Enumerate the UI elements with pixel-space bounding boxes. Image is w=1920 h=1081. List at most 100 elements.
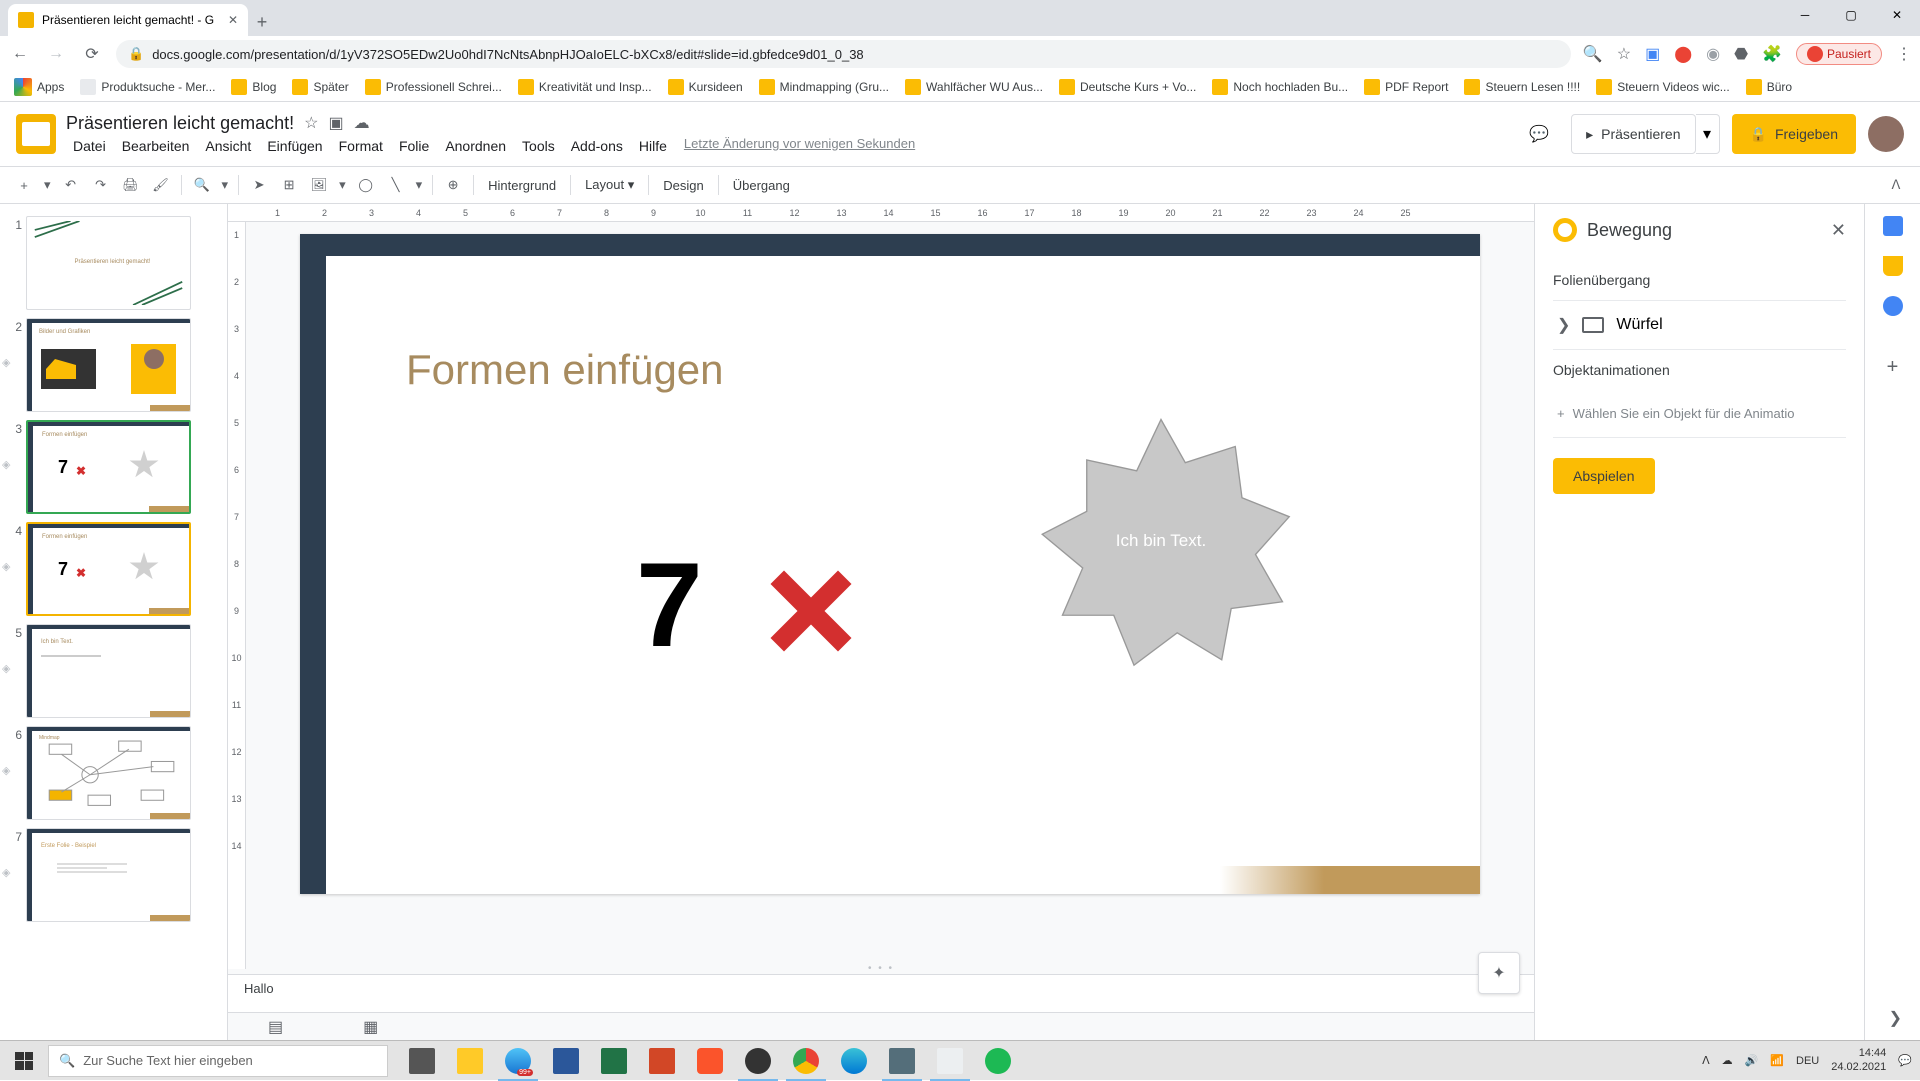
bookmark-item[interactable]: Steuern Videos wic... [1590,76,1736,98]
bookmark-item[interactable]: Produktsuche - Mer... [74,76,221,98]
menu-datei[interactable]: Datei [66,136,113,156]
transition-row[interactable]: ❯ Würfel [1553,301,1846,350]
address-bar[interactable]: 🔒 docs.google.com/presentation/d/1yV372S… [116,40,1571,68]
image-dropdown[interactable]: ▾ [335,171,350,199]
calendar-addon-icon[interactable] [1883,216,1903,236]
bookmark-item[interactable]: Deutsche Kurs + Vo... [1053,76,1202,98]
tray-onedrive-icon[interactable]: ☁ [1722,1054,1733,1067]
account-avatar[interactable] [1868,116,1904,152]
tasks-addon-icon[interactable] [1883,296,1903,316]
task-view-icon[interactable] [398,1041,446,1081]
slide-thumbnail-6[interactable]: Mindmap [26,726,191,820]
share-button[interactable]: 🔒 Freigeben [1732,114,1856,154]
profile-status-pill[interactable]: Pausiert [1796,43,1882,65]
obs-icon[interactable] [734,1041,782,1081]
tray-clock[interactable]: 14:44 24.02.2021 [1831,1047,1886,1073]
new-slide-button[interactable]: + [10,171,38,199]
collapse-toolbar-icon[interactable]: ᐱ [1882,171,1910,199]
bookmark-item[interactable]: Kreativität und Insp... [512,76,658,98]
apps-bookmark[interactable]: Apps [8,75,70,99]
menu-hilfe[interactable]: Hilfe [632,136,674,156]
excel-icon[interactable] [590,1041,638,1081]
explore-button[interactable]: ✦ [1478,952,1520,994]
slides-logo[interactable] [16,114,56,154]
document-title[interactable]: Präsentieren leicht gemacht! [66,113,294,134]
menu-bearbeiten[interactable]: Bearbeiten [115,136,197,156]
design-button[interactable]: Design [655,178,711,193]
bookmark-item[interactable]: Kursideen [662,76,749,98]
image-tool[interactable]: 🖼 [305,171,333,199]
bookmark-star-icon[interactable]: ☆ [1617,44,1631,64]
extension-icon[interactable]: ▣ [1645,44,1660,64]
menu-format[interactable]: Format [332,136,390,156]
comments-icon[interactable]: 💬 [1519,114,1559,154]
menu-anordnen[interactable]: Anordnen [438,136,513,156]
new-slide-dropdown[interactable]: ▾ [40,171,55,199]
bookmark-item[interactable]: Noch hochladen Bu... [1206,76,1354,98]
move-icon[interactable]: ▣ [328,113,343,133]
background-button[interactable]: Hintergrund [480,178,564,193]
add-addon-button[interactable]: + [1887,356,1899,379]
extension-icon-4[interactable]: ⬣ [1734,44,1748,64]
transition-button[interactable]: Übergang [725,178,798,193]
present-dropdown[interactable]: ▾ [1696,114,1720,154]
browser-tab[interactable]: Präsentieren leicht gemacht! - G ✕ [8,4,248,36]
paint-format-button[interactable]: 🖌 [147,171,175,199]
bookmark-item[interactable]: Wahlfächer WU Aus... [899,76,1049,98]
chrome-icon[interactable] [782,1041,830,1081]
cloud-saved-icon[interactable]: ☁ [354,113,370,133]
speaker-notes[interactable]: Hallo [228,974,1534,1012]
bookmark-item[interactable]: Steuern Lesen !!!! [1458,76,1586,98]
textbox-tool[interactable]: ⊞ [275,171,303,199]
notepad-icon[interactable] [926,1041,974,1081]
app-icon[interactable] [878,1041,926,1081]
menu-addons[interactable]: Add-ons [564,136,630,156]
grid-view-icon[interactable]: ▦ [363,1017,378,1037]
slide-title-text[interactable]: Formen einfügen [406,346,1430,394]
forward-button[interactable]: → [44,42,68,66]
tray-notifications-icon[interactable]: 💬 [1898,1054,1912,1067]
file-explorer-icon[interactable] [446,1041,494,1081]
bookmark-item[interactable]: Büro [1740,76,1798,98]
zoom-dropdown[interactable]: ▾ [218,171,233,199]
start-button[interactable] [0,1041,48,1081]
close-motion-panel-icon[interactable]: ✕ [1831,220,1846,241]
keep-addon-icon[interactable] [1883,256,1903,276]
slide-thumbnail-5[interactable]: Ich bin Text. [26,624,191,718]
undo-button[interactable]: ↶ [57,171,85,199]
bookmark-item[interactable]: Mindmapping (Gru... [753,76,895,98]
zoom-icon[interactable]: 🔍 [1583,44,1603,64]
slide-canvas[interactable]: Formen einfügen 7 Ich bin Text. [300,234,1480,894]
menu-folie[interactable]: Folie [392,136,436,156]
redo-button[interactable]: ↷ [87,171,115,199]
tray-chevron-icon[interactable]: ᐱ [1702,1054,1710,1067]
back-button[interactable]: ← [8,42,32,66]
shape-tool[interactable]: ◯ [352,171,380,199]
print-button[interactable]: 🖨 [117,171,145,199]
comment-tool[interactable]: ⊕ [439,171,467,199]
tray-volume-icon[interactable]: 🔊 [1745,1054,1759,1067]
tray-language[interactable]: DEU [1796,1055,1819,1067]
zoom-button[interactable]: 🔍 [188,171,216,199]
expand-side-panel-icon[interactable]: ❯ [1889,1008,1902,1028]
close-tab-icon[interactable]: ✕ [228,13,238,27]
select-tool[interactable]: ➤ [245,171,273,199]
bookmark-item[interactable]: Professionell Schrei... [359,76,508,98]
taskbar-search[interactable]: 🔍 Zur Suche Text hier eingeben [48,1045,388,1077]
play-animations-button[interactable]: Abspielen [1553,458,1655,494]
line-dropdown[interactable]: ▾ [412,171,427,199]
powerpoint-icon[interactable] [638,1041,686,1081]
present-button[interactable]: ▸ Präsentieren [1571,114,1695,154]
window-maximize-button[interactable]: ▢ [1828,0,1874,30]
line-tool[interactable]: ╲ [382,171,410,199]
last-change-text[interactable]: Letzte Änderung vor wenigen Sekunden [676,136,915,156]
chrome-menu-icon[interactable]: ⋮ [1896,44,1912,64]
word-icon[interactable] [542,1041,590,1081]
brave-icon[interactable] [686,1041,734,1081]
notes-resize-handle[interactable]: • • • [228,963,1534,974]
window-close-button[interactable]: ✕ [1874,0,1920,30]
bookmark-item[interactable]: Später [286,76,354,98]
menu-einfuegen[interactable]: Einfügen [260,136,329,156]
menu-ansicht[interactable]: Ansicht [198,136,258,156]
star-icon[interactable]: ☆ [304,113,318,133]
